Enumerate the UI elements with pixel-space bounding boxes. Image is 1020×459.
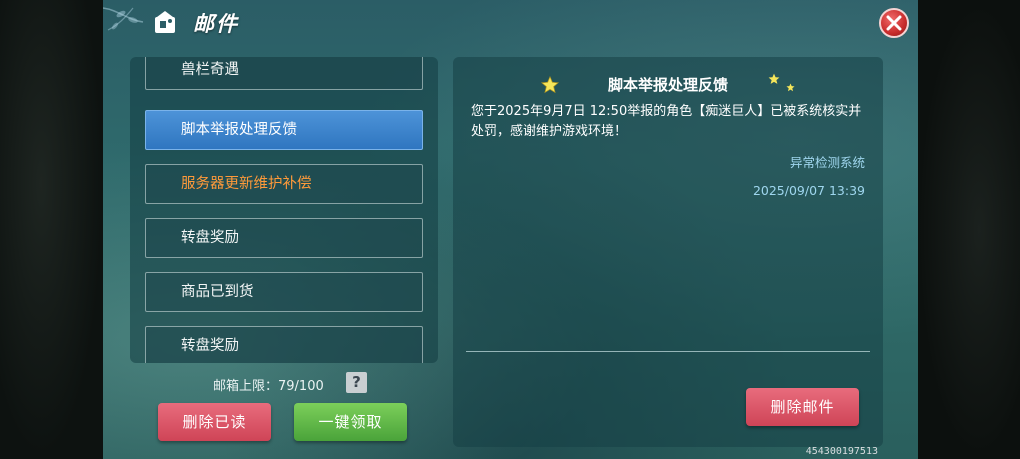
close-icon: [886, 15, 902, 31]
delete-mail-button[interactable]: 删除邮件: [746, 388, 859, 426]
window-title: 邮件: [193, 12, 239, 36]
help-icon[interactable]: ?: [346, 372, 367, 393]
mail-sender: 异常检测系统: [789, 155, 865, 170]
title-bar: 邮件: [103, 0, 918, 45]
collect-all-button[interactable]: 一键领取: [294, 403, 407, 441]
background-right: [918, 0, 1020, 459]
mailbox-limit: 邮箱上限：79/100: [213, 379, 324, 394]
mail-item-server-maintenance-compensation[interactable]: 服务器更新维护补偿: [145, 164, 423, 204]
mail-icon: [155, 11, 175, 33]
background-left: [0, 0, 103, 459]
mail-date: 2025/09/07 13:39: [752, 183, 865, 198]
mail-item-wheel-reward[interactable]: 转盘奖励: [145, 218, 423, 258]
mail-detail: 脚本举报处理反馈 您于2025年9月7日 12:50举报的角色【痴迷巨人】已被系…: [453, 57, 883, 447]
delete-read-button[interactable]: 删除已读: [158, 403, 271, 441]
mail-item-wheel-reward-2[interactable]: 转盘奖励: [145, 326, 423, 363]
mail-title: 脚本举报处理反馈: [607, 76, 728, 94]
mail-item-script-report-feedback[interactable]: 脚本举报处理反馈: [145, 110, 423, 150]
mail-item-beast-pen-encounter[interactable]: 兽栏奇遇: [145, 57, 423, 90]
mail-body: 您于2025年9月7日 12:50举报的角色【痴迷巨人】已被系统核实并处罚，感谢…: [471, 104, 862, 139]
mail-list[interactable]: 兽栏奇遇 脚本举报处理反馈 服务器更新维护补偿 转盘奖励 商品已到货 转盘奖励: [130, 57, 438, 363]
divider: [466, 351, 870, 352]
mail-window: 邮件 兽栏奇遇 脚本举报处理反馈 服务器更新维护补偿 转盘奖励 商品已到货 转盘…: [103, 0, 918, 459]
player-uid: 454300197513: [805, 446, 878, 457]
close-button[interactable]: [879, 8, 909, 38]
mail-item-goods-arrived[interactable]: 商品已到货: [145, 272, 423, 312]
